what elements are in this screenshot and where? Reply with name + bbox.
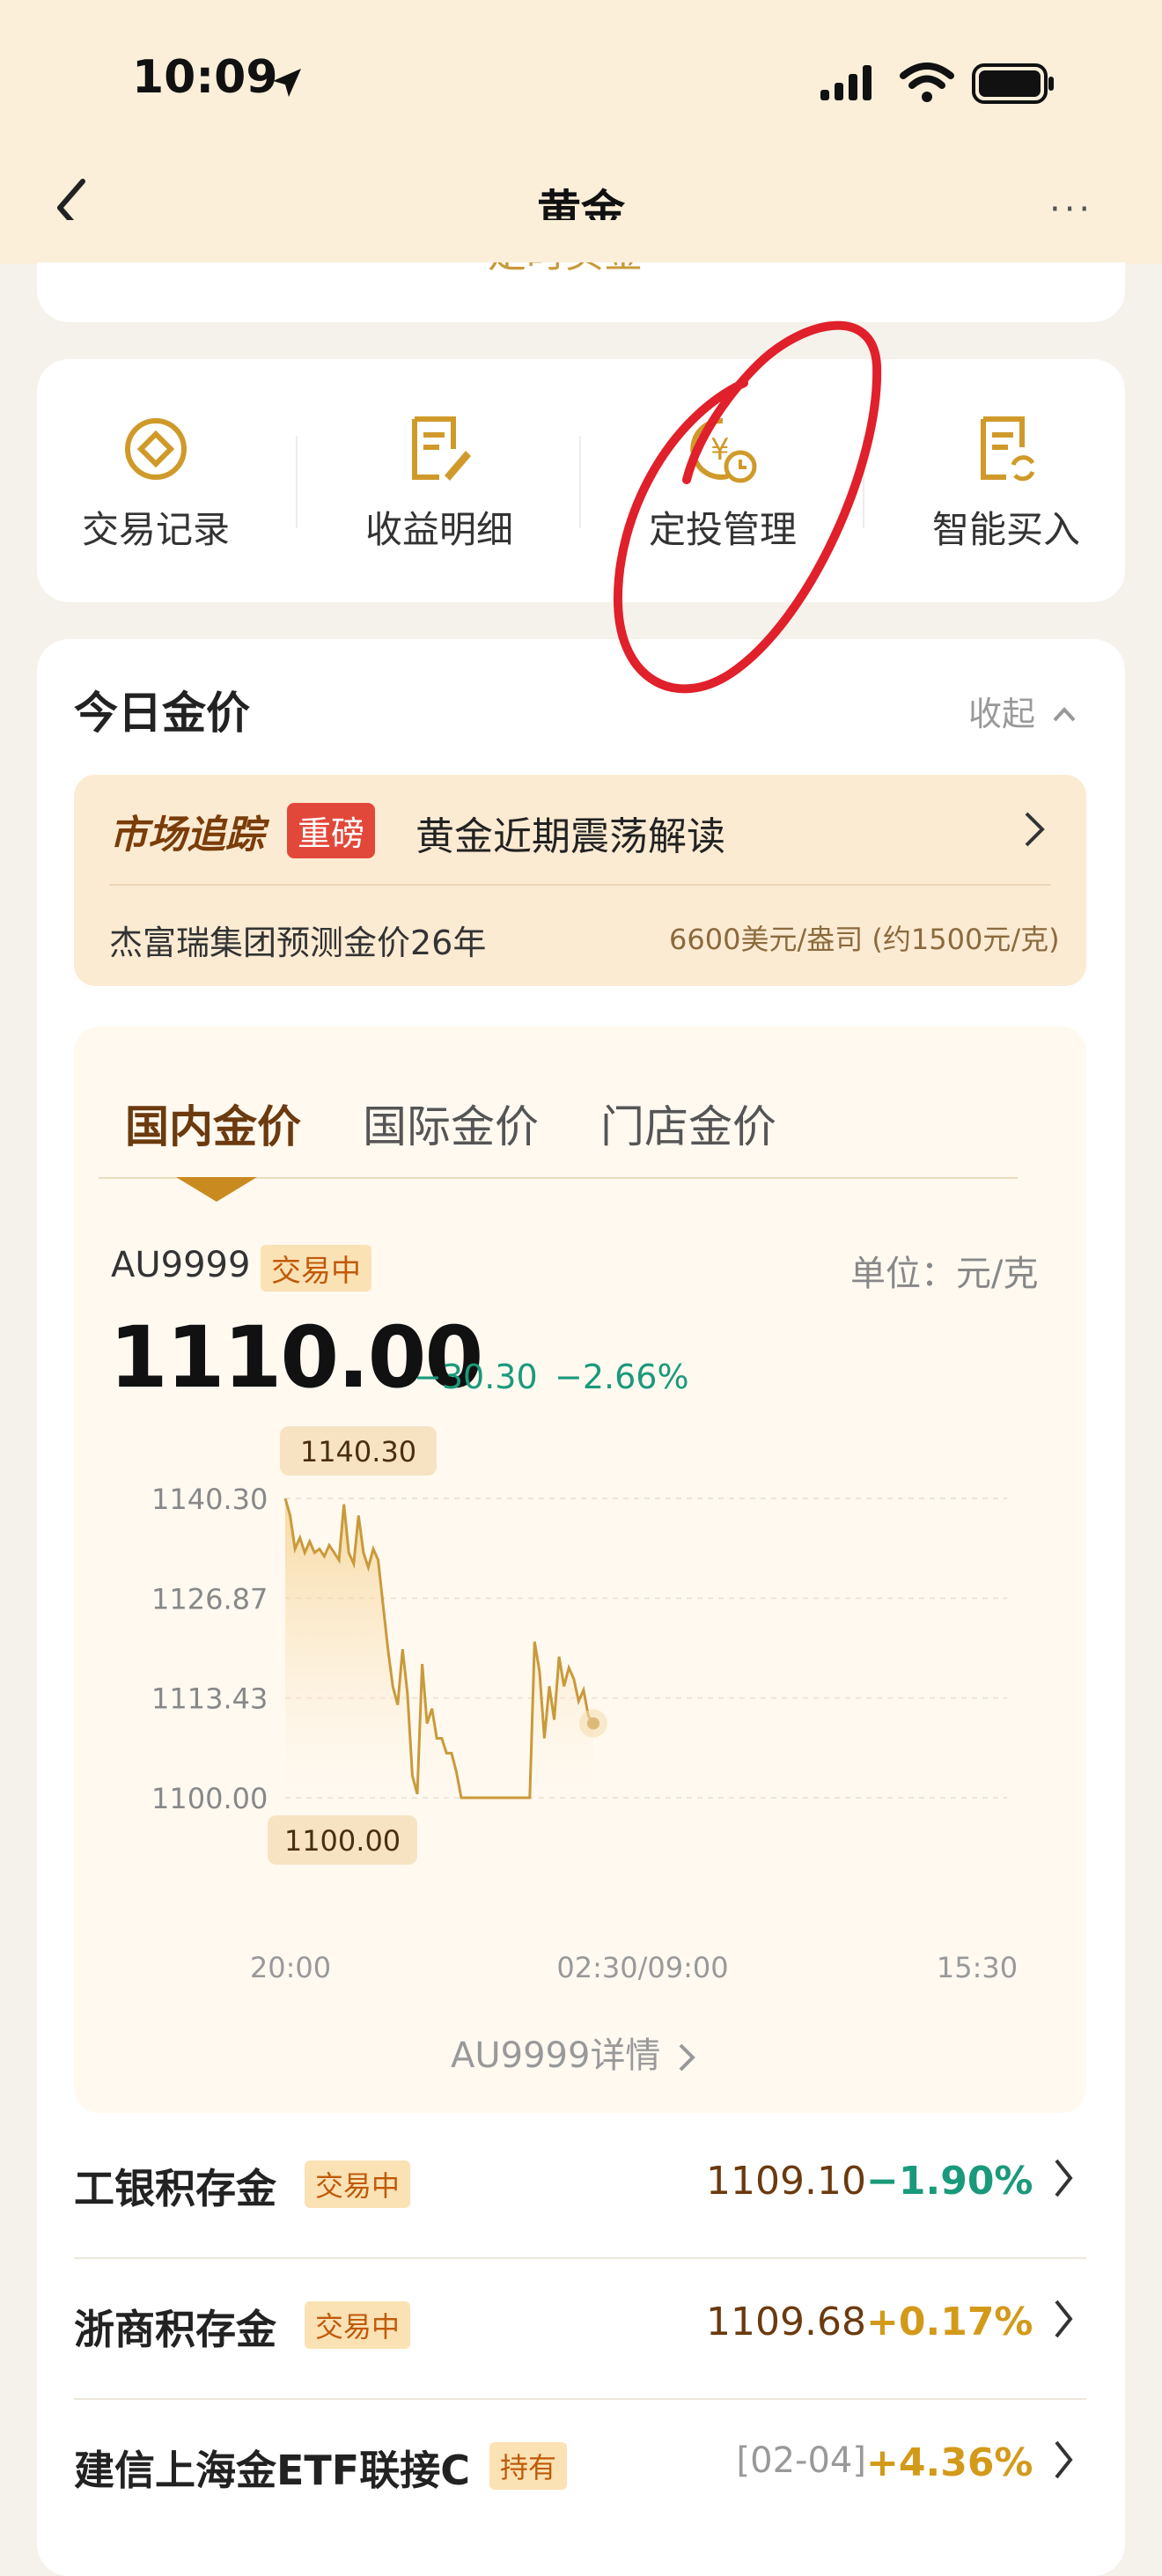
circle-diamond-icon (121, 414, 191, 484)
chevron-right-icon (1051, 2152, 1077, 2204)
action-smart-buy[interactable]: 智能买入 (896, 414, 1116, 554)
status-badge: 交易中 (305, 2160, 410, 2208)
chevron-right-icon[interactable] (1021, 808, 1048, 850)
nav-bar-bottom (0, 220, 1162, 262)
list-item-czbank[interactable]: 浙商积存金 交易中 1109.68 +0.17% (74, 2257, 1086, 2398)
action-label: 交易记录 (46, 500, 266, 554)
product-name: 建信上海金ETF联接C (74, 2439, 470, 2497)
product-change: −1.90% (866, 2159, 1025, 2204)
high-label: 1140.30 (300, 1435, 416, 1468)
y-tick-label: 1126.87 (151, 1582, 268, 1616)
y-tick-label: 1100.00 (151, 1782, 268, 1815)
product-price: 1109.68 (655, 2300, 866, 2344)
low-label: 1100.00 (284, 1824, 401, 1858)
symbol-label: AU9999 (111, 1245, 250, 1285)
divider (109, 884, 1051, 886)
wifi-icon (900, 62, 954, 104)
y-tick-label: 1113.43 (151, 1682, 268, 1716)
detail-link-label: AU9999详情 (451, 2035, 660, 2076)
tab-international-price[interactable]: 国际金价 (363, 1092, 539, 1155)
tab-store-price[interactable]: 门店金价 (600, 1092, 776, 1155)
price-change-percent: −2.66% (555, 1358, 689, 1396)
unit-label: 单位：元/克 (850, 1245, 1038, 1296)
heavy-badge: 重磅 (287, 803, 375, 858)
market-brand: 市场追踪 (109, 803, 264, 859)
annotation-circle (599, 313, 898, 718)
active-tab-indicator (176, 1177, 257, 1202)
section-title: 今日金价 (74, 678, 250, 741)
product-change: +0.17% (866, 2300, 1025, 2344)
tab-domestic-price[interactable]: 国内金价 (125, 1092, 301, 1155)
collapse-label: 收起 (968, 695, 1035, 733)
status-time: 10:09 (132, 51, 278, 104)
x-tick-label: 02:30/09:00 (556, 1951, 728, 1984)
document-pen-icon (404, 414, 474, 484)
status-badge: 持有 (489, 2442, 567, 2490)
list-item-icbc[interactable]: 工银积存金 交易中 1109.10 −1.90% (74, 2116, 1086, 2257)
x-tick-label: 20:00 (250, 1951, 331, 1984)
status-badge: 交易中 (305, 2301, 410, 2349)
y-tick-label: 1140.30 (151, 1483, 268, 1516)
chevron-right-icon (1051, 2293, 1077, 2345)
divider (296, 436, 298, 528)
chevron-right-icon (677, 2040, 698, 2075)
divider (579, 436, 581, 528)
product-name: 工银积存金 (74, 2157, 276, 2215)
list-item-ccb-etf[interactable]: 建信上海金ETF联接C 持有 [02-04] +4.36% (74, 2398, 1086, 2539)
product-date: [02-04] (673, 2440, 866, 2481)
action-trade-records[interactable]: 交易记录 (46, 414, 266, 554)
current-point-halo (579, 1710, 607, 1738)
forecast-value: 6600美元/盎司 (约1500元/克) (669, 917, 1060, 958)
action-earnings[interactable]: 收益明细 (329, 414, 549, 554)
market-headline[interactable]: 黄金近期震荡解读 (416, 805, 725, 861)
signal-icon (819, 63, 882, 102)
battery-icon (972, 63, 1056, 104)
price-change: −30.30 (414, 1358, 538, 1396)
chevron-right-icon (1051, 2433, 1077, 2486)
chart-area (285, 1498, 593, 1798)
product-price: 1109.10 (655, 2159, 866, 2204)
au9999-detail-link[interactable]: AU9999详情 (451, 2027, 698, 2078)
product-name: 浙商积存金 (74, 2298, 276, 2356)
product-change: +4.36% (866, 2440, 1025, 2485)
trading-status-badge: 交易中 (261, 1245, 371, 1292)
x-tick-label: 15:30 (937, 1951, 1018, 1984)
document-refresh-icon (971, 414, 1041, 484)
price-chart[interactable]: 1140.30 1126.87 1113.43 1100.00 20:00 02:30/… (74, 1409, 1086, 1998)
action-label: 收益明细 (329, 500, 549, 554)
location-arrow-icon (269, 65, 305, 100)
forecast-text: 杰富瑞集团预测金价26年 (109, 916, 486, 964)
collapse-button[interactable]: 收起 (968, 687, 1077, 735)
chevron-up-icon (1051, 704, 1077, 725)
action-label: 智能买入 (896, 500, 1116, 554)
